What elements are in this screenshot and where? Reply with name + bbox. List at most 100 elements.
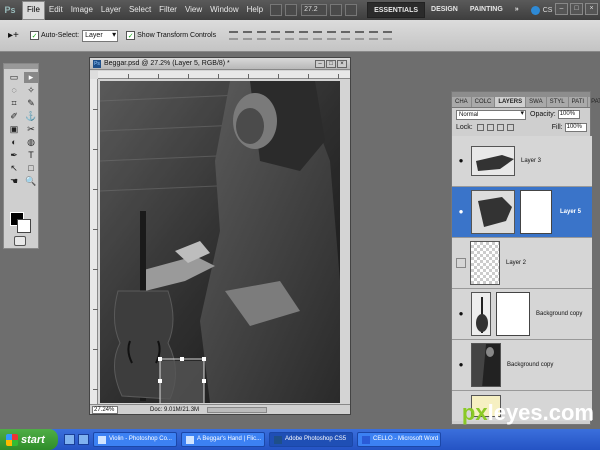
opacity-field[interactable]: 100%	[557, 110, 580, 119]
document-minimize-button[interactable]: –	[315, 60, 325, 68]
horizontal-ruler[interactable]	[98, 71, 350, 79]
ruler-origin[interactable]	[90, 71, 98, 79]
move-tool-preset-icon[interactable]: ▸+	[8, 30, 30, 41]
visibility-eye-icon[interactable]: ●	[455, 360, 467, 370]
quick-launch-media-icon[interactable]	[78, 434, 89, 445]
align-right-icon[interactable]	[299, 31, 309, 40]
distribute-middle-icon[interactable]	[327, 31, 337, 40]
brush-tool-icon[interactable]: ⚓	[24, 111, 38, 122]
clone-stamp-tool-icon[interactable]: ▣	[7, 124, 21, 135]
blend-mode-dropdown[interactable]: Normal	[456, 109, 526, 120]
visibility-eye-icon[interactable]: ●	[455, 309, 467, 319]
menu-image[interactable]: Image	[67, 0, 97, 20]
workspace-painting[interactable]: PAINTING	[464, 2, 509, 18]
document-zoom-field[interactable]: 27.24%	[92, 405, 118, 414]
pen-tool-icon[interactable]: ✒	[7, 150, 21, 161]
quick-launch-ie-icon[interactable]	[64, 434, 75, 445]
menu-file[interactable]: File	[22, 1, 45, 20]
show-transform-checkbox[interactable]: ✓	[126, 31, 136, 40]
quick-mask-icon[interactable]	[14, 236, 26, 246]
lock-all-icon[interactable]	[506, 124, 514, 131]
menu-window[interactable]: Window	[206, 0, 242, 20]
taskbar-item-flickr[interactable]: A Beggar's Hand | Flic...	[181, 432, 265, 447]
tab-color[interactable]: COLC	[472, 97, 496, 107]
marquee-tool-icon[interactable]: ▭	[7, 72, 21, 83]
maximize-button[interactable]: □	[570, 3, 583, 15]
document-size-info[interactable]: Doc: 9.01M/21.3M	[150, 407, 199, 413]
path-selection-tool-icon[interactable]: ↖	[7, 163, 21, 174]
healing-brush-tool-icon[interactable]: ✐	[7, 111, 21, 122]
layer-mask-thumbnail[interactable]	[496, 292, 530, 336]
taskbar-item-photoshop[interactable]: Adobe Photoshop CS5	[269, 432, 353, 447]
shape-tool-icon[interactable]: □	[24, 163, 38, 174]
close-button[interactable]: ×	[585, 3, 598, 15]
auto-select-dropdown[interactable]: Layer	[82, 29, 119, 42]
tab-layers[interactable]: LAYERS	[495, 97, 527, 107]
distribute-right-icon[interactable]	[383, 31, 393, 40]
align-center-icon[interactable]	[285, 31, 295, 40]
vertical-ruler[interactable]	[90, 79, 98, 404]
align-left-icon[interactable]	[271, 31, 281, 40]
image-canvas[interactable]	[100, 81, 340, 403]
menu-select[interactable]: Select	[125, 0, 155, 20]
layer-row-background-copy[interactable]: ● Background copy	[452, 340, 592, 391]
align-bottom-icon[interactable]	[257, 31, 267, 40]
document-maximize-button[interactable]: □	[326, 60, 336, 68]
layer-row-layer-3[interactable]: ● Layer 3	[452, 136, 592, 187]
taskbar-item-violin[interactable]: Violin - Photoshop Co...	[93, 432, 177, 447]
document-close-button[interactable]: ×	[337, 60, 347, 68]
zoom-tool-icon[interactable]: 🔍	[24, 176, 38, 187]
crop-tool-icon[interactable]: ⌗	[7, 98, 21, 109]
layer-row-background-copy-mask[interactable]: ● Background copy	[452, 289, 592, 340]
menu-edit[interactable]: Edit	[45, 0, 67, 20]
document-title-bar[interactable]: Ps Beggar.psd @ 27.2% (Layer 5, RGB/8) *…	[90, 58, 350, 70]
type-tool-icon[interactable]: T	[24, 150, 38, 161]
visibility-eye-icon[interactable]: ●	[455, 156, 467, 166]
tab-channels[interactable]: CHA	[452, 97, 472, 107]
taskbar-item-word[interactable]: CELLO - Microsoft Word	[357, 432, 441, 447]
tab-swatches[interactable]: SWA	[526, 97, 547, 107]
more-workspaces-button[interactable]: »	[509, 2, 525, 18]
menu-layer[interactable]: Layer	[97, 0, 125, 20]
start-button[interactable]: start	[0, 429, 58, 450]
zoom-level-field[interactable]: 27.2	[301, 4, 328, 16]
distribute-left-icon[interactable]	[355, 31, 365, 40]
eyedropper-tool-icon[interactable]: ✎	[24, 98, 38, 109]
lock-position-icon[interactable]	[496, 124, 504, 131]
tab-paths[interactable]: PATI	[569, 97, 589, 107]
horizontal-scrollbar[interactable]	[207, 406, 268, 413]
lock-transparency-icon[interactable]	[476, 124, 484, 131]
history-brush-tool-icon[interactable]: ✂	[24, 124, 38, 135]
eraser-tool-icon[interactable]: ◐	[7, 137, 21, 148]
minibridge-icon[interactable]	[285, 4, 298, 16]
layer-row-layer-2[interactable]: Layer 2	[452, 238, 592, 289]
align-top-icon[interactable]	[229, 31, 239, 40]
tab-patterns[interactable]: PAT	[588, 97, 600, 107]
visibility-toggle-empty[interactable]	[456, 258, 466, 268]
align-middle-icon[interactable]	[243, 31, 253, 40]
auto-select-checkbox[interactable]: ✓	[30, 31, 39, 40]
lasso-tool-icon[interactable]: ◌	[7, 85, 21, 96]
gradient-tool-icon[interactable]: ◍	[24, 137, 38, 148]
minimize-button[interactable]: –	[555, 3, 568, 15]
quick-selection-tool-icon[interactable]: ✧	[24, 85, 38, 96]
distribute-bottom-icon[interactable]	[341, 31, 351, 40]
screen-mode-icon[interactable]	[345, 4, 358, 16]
tab-styles[interactable]: STYL	[547, 97, 569, 107]
lock-pixels-icon[interactable]	[486, 124, 494, 131]
fill-field[interactable]: 100%	[564, 123, 587, 132]
layer-mask-thumbnail[interactable]	[520, 190, 552, 234]
hand-tool-icon[interactable]: ☚	[7, 176, 21, 187]
workspace-design[interactable]: DESIGN	[425, 2, 464, 18]
distribute-center-icon[interactable]	[369, 31, 379, 40]
menu-help[interactable]: Help	[243, 0, 267, 20]
workspace-essentials[interactable]: ESSENTIALS	[367, 2, 426, 18]
distribute-top-icon[interactable]	[313, 31, 323, 40]
layer-row-layer-5[interactable]: ● Layer 5	[452, 187, 592, 238]
background-color-swatch[interactable]	[17, 219, 31, 233]
move-tool-icon[interactable]: ▸	[24, 72, 38, 83]
menu-view[interactable]: View	[181, 0, 206, 20]
bridge-icon[interactable]	[270, 4, 283, 16]
menu-filter[interactable]: Filter	[155, 0, 181, 20]
visibility-eye-icon[interactable]: ●	[455, 207, 467, 217]
